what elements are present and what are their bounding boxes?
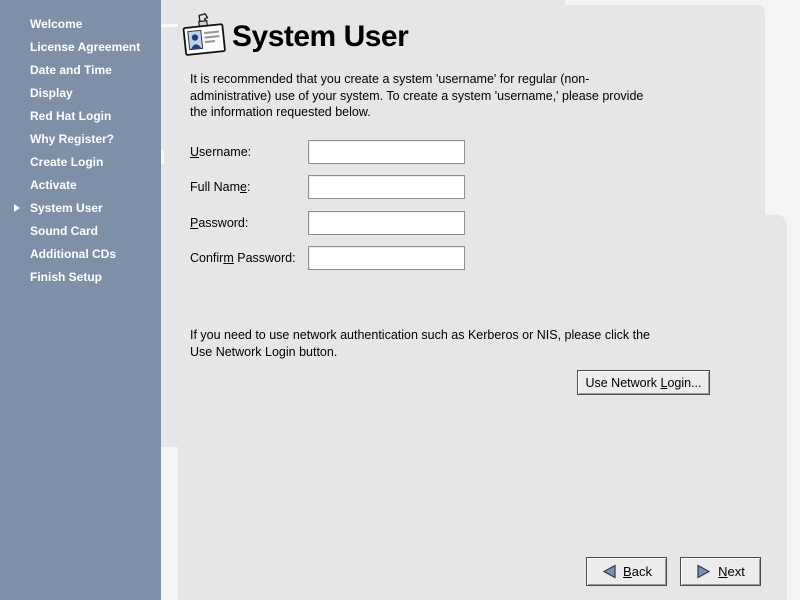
- sidebar-item-label: System User: [30, 201, 103, 215]
- sidebar-item-label: Sound Card: [30, 224, 98, 238]
- next-button[interactable]: Next: [680, 557, 761, 586]
- sidebar-item-label: Why Register?: [30, 132, 114, 146]
- sidebar-item-label: Additional CDs: [30, 247, 116, 261]
- network-auth-line: If you need to use network authenticatio…: [190, 327, 750, 344]
- current-step-arrow-icon: [14, 20, 30, 28]
- back-arrow-icon: [601, 564, 617, 579]
- username-field[interactable]: [308, 140, 465, 164]
- intro-line: It is recommended that you create a syst…: [190, 71, 750, 88]
- sidebar-item-label: License Agreement: [30, 40, 140, 54]
- current-step-arrow-icon: [14, 43, 30, 51]
- current-step-arrow-icon: [14, 227, 30, 235]
- sidebar-item-label: Welcome: [30, 17, 82, 31]
- network-auth-text: If you need to use network authenticatio…: [190, 327, 750, 360]
- password-label: Password:: [190, 211, 248, 235]
- current-step-arrow-icon: [14, 250, 30, 258]
- sidebar-item-activate: Activate: [0, 173, 161, 196]
- current-step-arrow-icon: [14, 204, 30, 212]
- sidebar-item-label: Red Hat Login: [30, 109, 111, 123]
- panel-notch-horizontal: [161, 24, 178, 27]
- current-step-arrow-icon: [14, 158, 30, 166]
- sidebar-item-label: Date and Time: [30, 63, 112, 77]
- sidebar-item-red-hat-login: Red Hat Login: [0, 104, 161, 127]
- id-badge-icon: [182, 12, 228, 62]
- sidebar-item-label: Activate: [30, 178, 77, 192]
- current-step-arrow-icon: [14, 181, 30, 189]
- network-auth-line: Use Network Login button.: [190, 344, 750, 361]
- sidebar-item-why-register: Why Register?: [0, 127, 161, 150]
- sidebar-item-welcome: Welcome: [0, 12, 161, 35]
- username-label: Username:: [190, 140, 251, 164]
- sidebar-item-system-user: System User: [0, 196, 161, 219]
- content-panel-bottom: [178, 215, 787, 600]
- sidebar-item-finish-setup: Finish Setup: [0, 265, 161, 288]
- panel-notch-vertical: [161, 150, 164, 164]
- sidebar-item-display: Display: [0, 81, 161, 104]
- intro-text: It is recommended that you create a syst…: [190, 71, 750, 121]
- current-step-arrow-icon: [14, 273, 30, 281]
- sidebar-item-additional-cds: Additional CDs: [0, 242, 161, 265]
- current-step-arrow-icon: [14, 135, 30, 143]
- current-step-arrow-icon: [14, 89, 30, 97]
- sidebar-item-label: Create Login: [30, 155, 103, 169]
- use-network-login-button[interactable]: Use Network Login...: [577, 370, 710, 395]
- wizard-step-sidebar: Welcome License Agreement Date and Time …: [0, 0, 161, 600]
- full-name-label: Full Name:: [190, 175, 250, 199]
- confirm-password-field[interactable]: [308, 246, 465, 270]
- sidebar-item-create-login: Create Login: [0, 150, 161, 173]
- sidebar-item-sound-card: Sound Card: [0, 219, 161, 242]
- sidebar-item-license-agreement: License Agreement: [0, 35, 161, 58]
- confirm-password-label: Confirm Password:: [190, 246, 296, 270]
- password-field[interactable]: [308, 211, 465, 235]
- sidebar-item-label: Display: [30, 86, 73, 100]
- intro-line: administrative) use of your system. To c…: [190, 88, 750, 105]
- sidebar-item-date-and-time: Date and Time: [0, 58, 161, 81]
- sidebar-item-label: Finish Setup: [30, 270, 102, 284]
- back-button[interactable]: Back: [586, 557, 667, 586]
- current-step-arrow-icon: [14, 66, 30, 74]
- next-arrow-icon: [696, 564, 712, 579]
- page-title: System User: [232, 20, 408, 54]
- full-name-field[interactable]: [308, 175, 465, 199]
- intro-line: the information requested below.: [190, 104, 750, 121]
- current-step-arrow-icon: [14, 112, 30, 120]
